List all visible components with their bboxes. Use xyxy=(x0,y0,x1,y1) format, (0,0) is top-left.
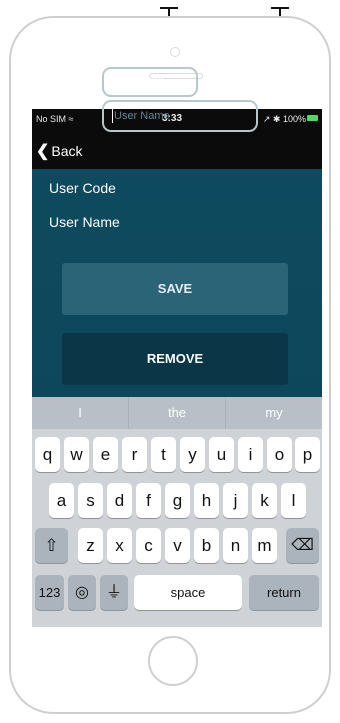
prediction-item[interactable]: my xyxy=(225,397,322,429)
key-s[interactable]: s xyxy=(78,483,103,518)
key-x[interactable]: x xyxy=(107,528,132,563)
key-k[interactable]: k xyxy=(252,483,277,518)
key-y[interactable]: y xyxy=(180,437,205,472)
key-n[interactable]: n xyxy=(223,528,248,563)
back-label: Back xyxy=(51,143,83,159)
callout-tick-code xyxy=(160,7,178,9)
user-name-label: User Name xyxy=(49,214,120,230)
user-code-field[interactable]: 51AC5390 xyxy=(102,67,198,97)
prediction-bar: I the my xyxy=(32,397,322,429)
status-indicators: ↗ ✱ 100% xyxy=(262,114,306,124)
key-d[interactable]: d xyxy=(107,483,132,518)
prediction-item[interactable]: I xyxy=(32,397,128,429)
key-w[interactable]: w xyxy=(64,437,89,472)
numbers-key[interactable]: 123 xyxy=(35,575,64,610)
chevron-left-icon: ❮ xyxy=(36,143,50,160)
user-name-field[interactable]: User Name xyxy=(102,100,258,132)
key-b[interactable]: b xyxy=(194,528,219,563)
carrier-text: No SIM xyxy=(36,114,67,124)
key-l[interactable]: l xyxy=(281,483,306,518)
key-p[interactable]: p xyxy=(295,437,320,472)
wifi-icon: ≈ xyxy=(68,114,74,124)
keyboard: I the my q w e r t y u i o p a s d f g h… xyxy=(32,397,322,627)
callout-tick-name xyxy=(271,7,289,9)
user-name-placeholder: User Name xyxy=(114,110,170,122)
carrier-label: No SIM ≈ xyxy=(36,114,73,124)
space-key[interactable]: space xyxy=(134,575,242,610)
key-q[interactable]: q xyxy=(35,437,60,472)
key-z[interactable]: z xyxy=(78,528,103,563)
key-m[interactable]: m xyxy=(252,528,277,563)
key-j[interactable]: j xyxy=(223,483,248,518)
nav-bar: ❮ Back xyxy=(32,131,322,169)
key-h[interactable]: h xyxy=(194,483,219,518)
prediction-item[interactable]: the xyxy=(128,397,225,429)
key-u[interactable]: u xyxy=(209,437,234,472)
key-r[interactable]: r xyxy=(122,437,147,472)
key-c[interactable]: c xyxy=(136,528,161,563)
back-button[interactable]: ❮ Back xyxy=(36,141,83,161)
key-a[interactable]: a xyxy=(49,483,74,518)
key-g[interactable]: g xyxy=(165,483,190,518)
home-button[interactable] xyxy=(148,636,198,686)
key-v[interactable]: v xyxy=(165,528,190,563)
shift-key[interactable]: ⇧ xyxy=(35,528,68,563)
key-o[interactable]: o xyxy=(267,437,292,472)
text-caret xyxy=(112,109,113,124)
key-f[interactable]: f xyxy=(136,483,161,518)
key-i[interactable]: i xyxy=(238,437,263,472)
remove-button[interactable]: REMOVE xyxy=(62,333,288,385)
user-code-label: User Code xyxy=(49,180,116,196)
key-t[interactable]: t xyxy=(151,437,176,472)
app-screen: No SIM ≈ 3:33 ↗ ✱ 100% ❮ Back User Code U… xyxy=(32,109,322,627)
camera-icon xyxy=(170,47,180,57)
battery-icon xyxy=(307,115,318,121)
microphone-icon[interactable]: ⏚ xyxy=(100,575,128,610)
save-button[interactable]: SAVE xyxy=(62,263,288,315)
backspace-key[interactable]: ⌫ xyxy=(286,528,319,563)
return-key[interactable]: return xyxy=(249,575,319,610)
key-e[interactable]: e xyxy=(93,437,118,472)
globe-icon[interactable]: ◎ xyxy=(68,575,96,610)
